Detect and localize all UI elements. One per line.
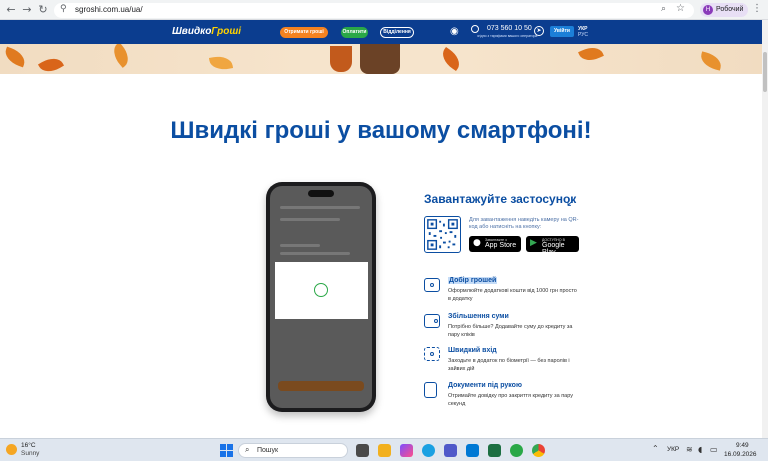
site-info-icon[interactable]: ⚲: [60, 4, 67, 14]
site-logo[interactable]: ШвидкоГроші: [172, 26, 241, 37]
google-play-label: Google Play: [542, 242, 565, 256]
phone-icon: [471, 25, 479, 33]
bookmark-star-icon[interactable]: ☆: [676, 3, 685, 14]
leaf-icon: [208, 54, 234, 72]
file-explorer-icon[interactable]: [378, 444, 391, 457]
clock-time[interactable]: 9:49: [736, 442, 749, 449]
task-view-icon[interactable]: [356, 444, 369, 457]
leaf-icon: [37, 53, 65, 74]
back-icon[interactable]: ←: [4, 3, 18, 17]
feature-desc: Оформлюйте додаткові кошти від 1000 грн …: [448, 288, 577, 302]
avatar: H: [703, 5, 713, 15]
app-store-label: App Store: [485, 242, 517, 249]
feature-desc: Отримайте довідку про закриття кредиту з…: [448, 393, 573, 407]
weather-temp[interactable]: 16°C: [21, 442, 36, 449]
address-bar[interactable]: ⚲ sgroshi.com.ua/ua/ ⌕ ☆: [54, 3, 694, 18]
decor-bottle: [360, 44, 400, 74]
get-money-button[interactable]: Отримати гроші: [280, 27, 328, 38]
edge-icon[interactable]: [422, 444, 435, 457]
profile-button[interactable]: H Робочий: [700, 3, 748, 17]
input-language[interactable]: УКР: [667, 446, 679, 453]
browser-toolbar: ← → ↻ ⚲ sgroshi.com.ua/ua/ ⌕ ☆ H Робочий…: [0, 0, 768, 20]
search-icon: ⌕: [245, 445, 250, 454]
leaf-icon: [698, 51, 724, 71]
lang-rus[interactable]: РУС: [578, 32, 588, 38]
phone-notch: [308, 190, 334, 197]
address-url[interactable]: sgroshi.com.ua/ua/: [75, 5, 143, 14]
wallet-plus-icon: [424, 314, 440, 328]
search-placeholder: Пошук: [257, 447, 279, 454]
weather-condition[interactable]: Sunny: [21, 450, 39, 457]
copilot-icon[interactable]: [400, 444, 413, 457]
screen-placeholder-button: [278, 381, 364, 391]
branches-button[interactable]: Відділення: [380, 27, 414, 38]
clock-date[interactable]: 16.09.2026: [724, 451, 757, 458]
decor-bottle: [330, 46, 352, 72]
browser-menu-icon[interactable]: ⋮: [752, 3, 762, 14]
arrow-icon: ↙: [566, 196, 576, 209]
feature-title: Добір грошей: [448, 277, 498, 284]
leaf-icon: [578, 44, 604, 65]
wallet-money-icon: [424, 278, 440, 292]
scrollbar-thumb[interactable]: [763, 52, 767, 92]
tray-overflow-icon[interactable]: ⌃: [652, 444, 659, 453]
page-title: Швидкі гроші у вашому смартфоні!: [170, 117, 592, 144]
page-scrollbar[interactable]: [762, 20, 768, 438]
leaf-icon: [108, 44, 134, 68]
download-title: Завантажуйте застосунок: [424, 192, 577, 206]
autumn-banner: [0, 44, 762, 74]
document-icon: [424, 382, 437, 398]
login-button[interactable]: Увійти: [550, 26, 574, 37]
forward-icon[interactable]: →: [20, 3, 34, 17]
windows-start-icon[interactable]: [220, 444, 233, 457]
teams-icon[interactable]: [444, 444, 457, 457]
google-play-button[interactable]: ▶ ДОСТУПНО В Google Play: [526, 236, 579, 256]
sun-icon[interactable]: [6, 444, 17, 455]
feature-title: Збільшення суми: [448, 313, 509, 320]
qr-code[interactable]: [424, 216, 461, 253]
app-icon[interactable]: [510, 444, 523, 457]
site-header: ШвидкоГроші Отримати гроші Оплатити Відд…: [0, 20, 762, 44]
leaf-icon: [437, 46, 465, 72]
wifi-icon[interactable]: ≋: [686, 445, 693, 454]
telegram-icon[interactable]: ➤: [534, 26, 544, 36]
mail-icon[interactable]: [466, 444, 479, 457]
qr-instructions: Для завантаження наведіть камеру на QR-к…: [469, 217, 579, 230]
logo-part1: Швидко: [172, 26, 212, 37]
excel-icon[interactable]: [488, 444, 501, 457]
taskbar-search[interactable]: ⌕ Пошук: [238, 443, 348, 458]
screen-placeholder: [280, 244, 320, 247]
app-store-button[interactable]: ● Завантажте з App Store: [469, 236, 521, 252]
face-id-icon: [424, 347, 440, 361]
screen-placeholder: [280, 252, 350, 255]
pay-button[interactable]: Оплатити: [341, 27, 368, 38]
apple-icon: ●: [473, 238, 481, 248]
feature-title: Швидкий вхід: [448, 347, 497, 354]
profile-name: Робочий: [716, 6, 744, 13]
screen-placeholder: [280, 206, 360, 209]
accessibility-eye-icon[interactable]: ◉: [450, 26, 459, 37]
feature-title: Документи під рукою: [448, 382, 522, 389]
chrome-icon[interactable]: [532, 444, 545, 457]
screen-placeholder: [280, 218, 340, 221]
leaf-icon: [2, 46, 28, 68]
loading-modal: [275, 262, 368, 319]
reload-icon[interactable]: ↻: [36, 3, 50, 17]
phone-note: згідно з тарифами вашого оператора: [477, 34, 538, 38]
taskbar: 16°C Sunny ⌕ Пошук ⌃ УКР ≋ ◖ ▭ 9:49 16.0…: [0, 438, 768, 461]
phone-number[interactable]: 073 560 10 50: [487, 25, 532, 32]
battery-icon[interactable]: ▭: [710, 445, 718, 454]
volume-icon[interactable]: ◖: [698, 445, 702, 454]
logo-part2: Гроші: [211, 26, 242, 37]
google-play-icon: ▶: [530, 238, 537, 248]
feature-desc: Заходьте в додаток по біометрії — без па…: [448, 358, 570, 372]
feature-desc: Потрібно більше? Додавайте суму до креди…: [448, 324, 573, 338]
zoom-icon[interactable]: ⌕: [661, 4, 666, 14]
loading-spinner-icon: [314, 283, 328, 297]
